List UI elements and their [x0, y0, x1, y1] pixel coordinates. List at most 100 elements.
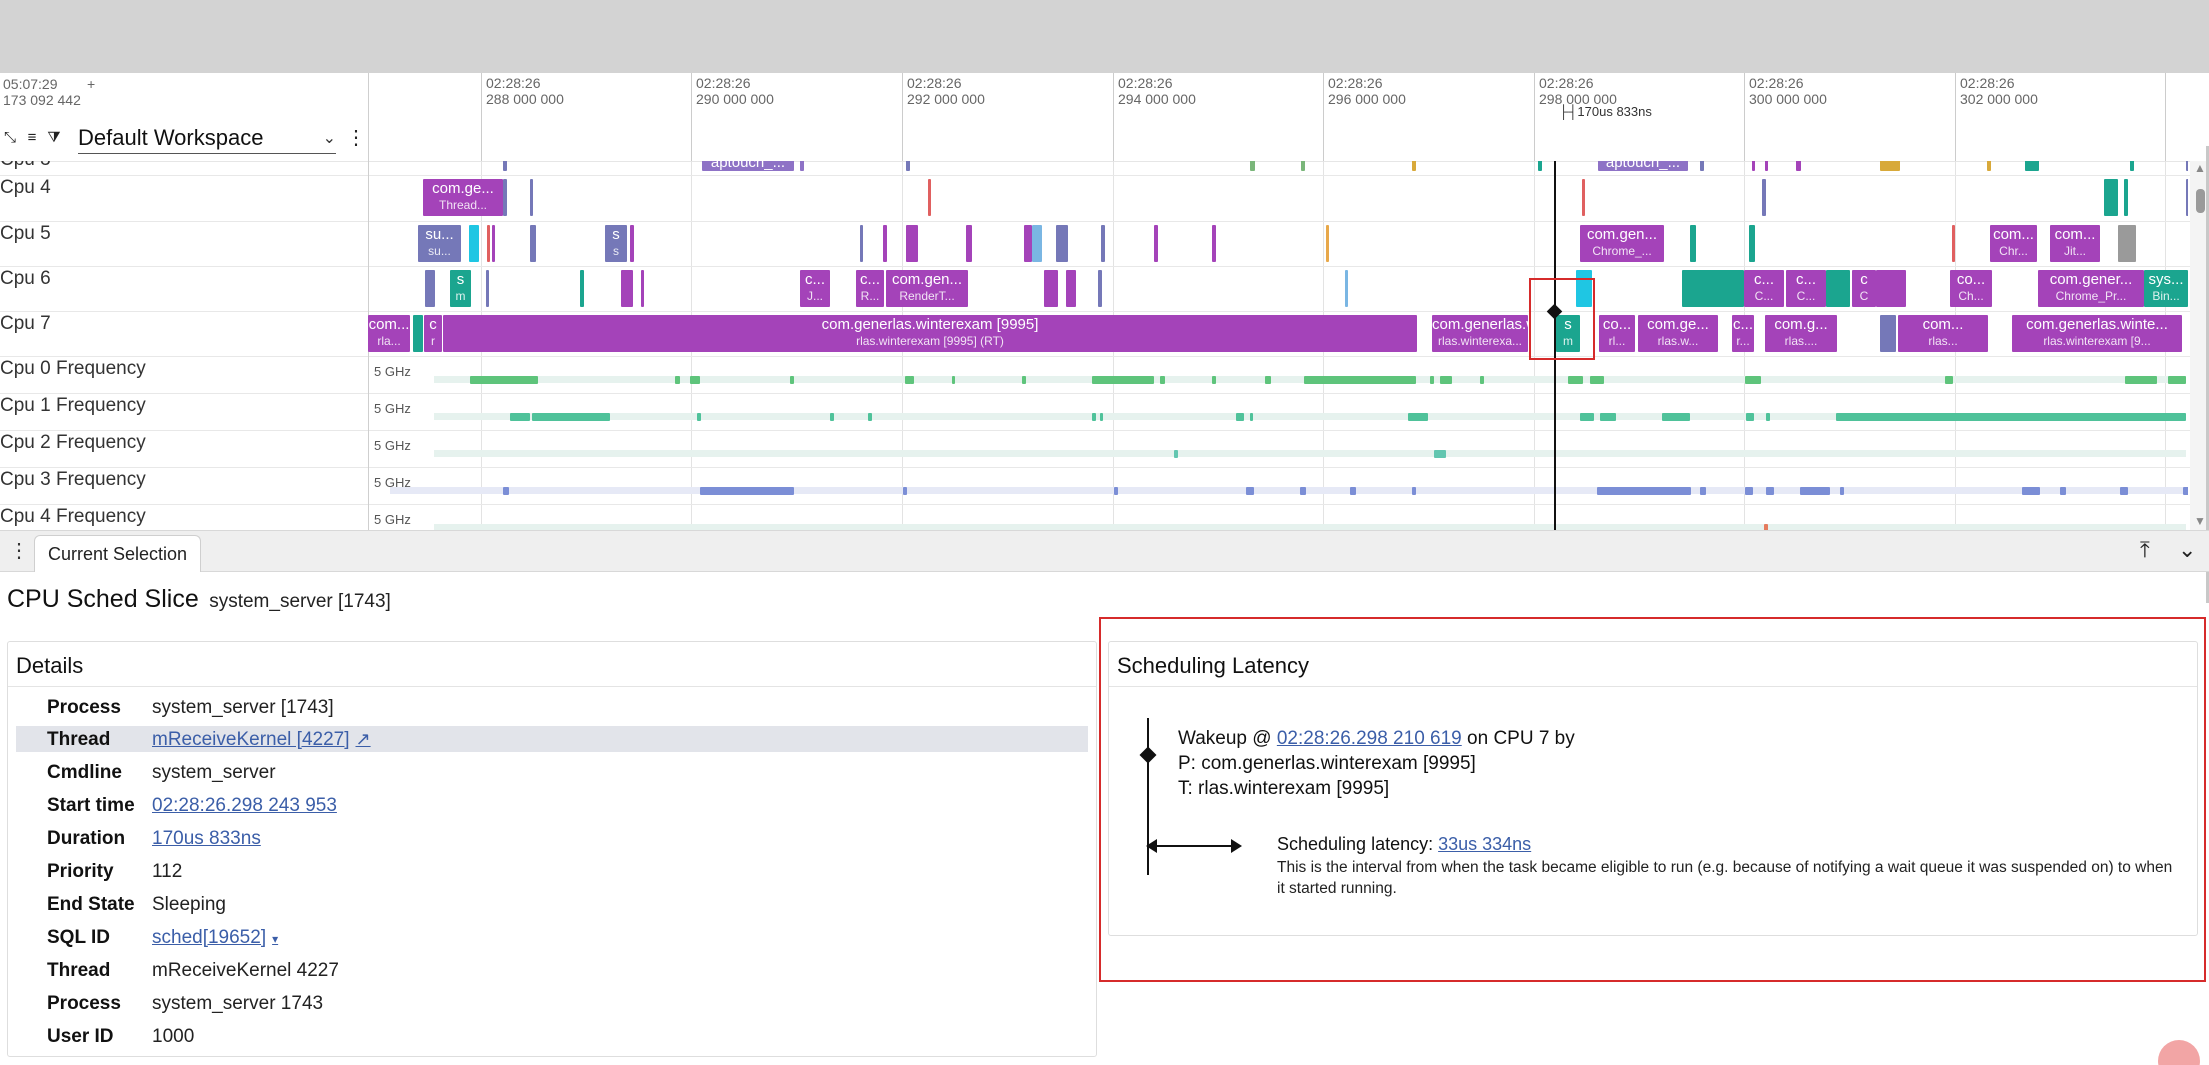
sched-slice[interactable] — [1032, 225, 1042, 262]
frequency-segment[interactable] — [1412, 487, 1416, 495]
detail-value[interactable]: 170us 833ns — [152, 828, 261, 850]
sched-slice[interactable] — [906, 225, 918, 262]
frequency-segment[interactable] — [1600, 413, 1616, 421]
frequency-segment[interactable] — [2060, 487, 2066, 495]
sched-slice[interactable]: com.generlas.winterexam [9995] rlas.winte… — [443, 315, 1417, 352]
frequency-segment[interactable] — [1597, 487, 1691, 495]
sched-slice[interactable] — [413, 315, 423, 352]
floating-badge-icon[interactable] — [2158, 1040, 2200, 1065]
sched-slice[interactable]: c... C... — [1786, 270, 1826, 307]
detail-value[interactable]: mReceiveKernel [4227] ↗ — [152, 729, 371, 751]
cpu-track[interactable]: Cpu 4 com.ge... Thread... — [0, 175, 2190, 222]
collapse-all-icon[interactable]: ⤡ — [2, 129, 18, 147]
frequency-segment[interactable] — [1746, 413, 1754, 421]
frequency-segment[interactable] — [1300, 487, 1306, 495]
frequency-segment[interactable] — [690, 376, 700, 384]
sched-slice[interactable] — [425, 270, 435, 307]
sched-slice[interactable]: c... C... — [1744, 270, 1784, 307]
sched-slice[interactable]: co... Ch... — [1950, 270, 1992, 307]
external-link-icon[interactable]: ↗ — [356, 729, 371, 749]
cpu-track[interactable]: Cpu 3 aptouch_... aptouch_... — [0, 161, 2190, 176]
scroll-down-icon[interactable]: ▼ — [2194, 514, 2206, 528]
sched-slice[interactable] — [1154, 225, 1158, 262]
frequency-segment[interactable] — [1480, 376, 1484, 384]
sched-slice[interactable]: com... Jit... — [2050, 225, 2100, 262]
cpu-frequency-track[interactable]: Cpu 3 Frequency 5 GHz — [0, 467, 2190, 505]
pin-top-icon[interactable]: ⤒ — [2140, 537, 2150, 563]
frequency-segment[interactable] — [470, 376, 538, 384]
detail-value[interactable]: sched[19652] ▾ — [152, 927, 278, 949]
frequency-segment[interactable] — [1246, 487, 1254, 495]
sched-slice[interactable] — [1066, 270, 1076, 307]
frequency-segment[interactable] — [675, 376, 680, 384]
sched-slice[interactable] — [530, 179, 533, 216]
frequency-segment[interactable] — [1836, 413, 2186, 421]
scroll-up-icon[interactable]: ▲ — [2194, 161, 2206, 175]
sched-slice[interactable]: co... rl... — [1599, 315, 1635, 352]
sched-slice[interactable] — [487, 225, 490, 262]
sched-slice[interactable] — [1682, 270, 1744, 307]
filter-icon[interactable]: ⧩ — [46, 129, 62, 147]
sched-slice[interactable] — [503, 161, 507, 171]
sched-slice[interactable]: c... r... — [1732, 315, 1754, 352]
sched-slice[interactable]: sm — [450, 270, 471, 307]
frequency-segment[interactable] — [910, 376, 914, 384]
cpu-frequency-track[interactable]: Cpu 1 Frequency 5 GHz — [0, 393, 2190, 431]
cpu-frequency-track[interactable]: Cpu 2 Frequency 5 GHz — [0, 430, 2190, 468]
sched-slice[interactable] — [2118, 225, 2136, 262]
sched-slice[interactable]: su... su... — [418, 225, 461, 262]
frequency-segment[interactable] — [1092, 413, 1096, 421]
sched-slice[interactable] — [1538, 161, 1542, 171]
sched-slice[interactable] — [1700, 161, 1704, 171]
sched-slice[interactable] — [1345, 270, 1348, 307]
sched-slice[interactable] — [1796, 161, 1801, 171]
sched-slice[interactable] — [1880, 315, 1896, 352]
sched-slice[interactable] — [1044, 270, 1058, 307]
cpu-track[interactable]: Cpu 7 com... rla... c r com.generlas.winterex… — [0, 311, 2190, 357]
sched-slice[interactable] — [2124, 179, 2128, 216]
tab-current-selection[interactable]: Current Selection — [34, 535, 202, 572]
sched-slice[interactable] — [1212, 225, 1216, 262]
frequency-segment[interactable] — [2183, 487, 2188, 495]
sched-slice[interactable] — [621, 270, 633, 307]
frequency-segment[interactable] — [1160, 376, 1165, 384]
sched-slice[interactable]: sys... Bin... — [2144, 270, 2188, 307]
sched-slice[interactable] — [486, 270, 489, 307]
frequency-segment[interactable] — [1434, 450, 1446, 458]
sched-slice[interactable] — [530, 225, 536, 262]
frequency-segment[interactable] — [1236, 413, 1244, 421]
sched-slice[interactable]: ss — [605, 225, 627, 262]
sched-slice[interactable] — [906, 161, 910, 171]
sched-slice[interactable] — [630, 225, 634, 262]
sched-slice[interactable] — [1326, 225, 1329, 262]
sched-slice[interactable] — [2130, 161, 2134, 171]
frequency-segment[interactable] — [1100, 413, 1103, 421]
sched-slice[interactable] — [1024, 225, 1032, 262]
frequency-segment[interactable] — [1430, 376, 1434, 384]
sched-slice[interactable]: com.generlas.winte... rlas.winterexam [9.… — [2012, 315, 2182, 352]
frequency-segment[interactable] — [1350, 487, 1356, 495]
sched-slice[interactable]: aptouch_... — [702, 161, 794, 171]
sched-slice[interactable] — [1250, 161, 1255, 171]
sched-slice[interactable] — [1826, 270, 1850, 307]
frequency-segment[interactable] — [2120, 487, 2128, 495]
frequency-segment[interactable] — [2022, 487, 2040, 495]
kebab-menu-icon[interactable]: ⋮ — [9, 538, 29, 563]
sched-slice[interactable] — [1098, 270, 1102, 307]
frequency-segment[interactable] — [830, 413, 834, 421]
sched-slice[interactable]: com.gen... Chrome_... — [1580, 225, 1664, 262]
sched-slice[interactable] — [860, 225, 863, 262]
frequency-segment[interactable] — [697, 413, 701, 421]
sched-slice[interactable] — [2186, 161, 2188, 171]
frequency-segment[interactable] — [1440, 376, 1452, 384]
kebab-menu-icon[interactable]: ⋮ — [346, 127, 366, 149]
frequency-segment[interactable] — [1114, 487, 1118, 495]
frequency-segment[interactable] — [503, 487, 509, 495]
dropdown-caret-icon[interactable]: ▾ — [272, 932, 278, 946]
add-time-marker-button[interactable]: + — [87, 76, 95, 92]
sched-slice[interactable] — [492, 225, 495, 262]
sched-slice[interactable]: com.g... rlas.... — [1765, 315, 1837, 352]
sched-slice[interactable] — [2104, 179, 2118, 216]
frequency-segment[interactable] — [1092, 376, 1154, 384]
sched-slice[interactable] — [928, 179, 931, 216]
